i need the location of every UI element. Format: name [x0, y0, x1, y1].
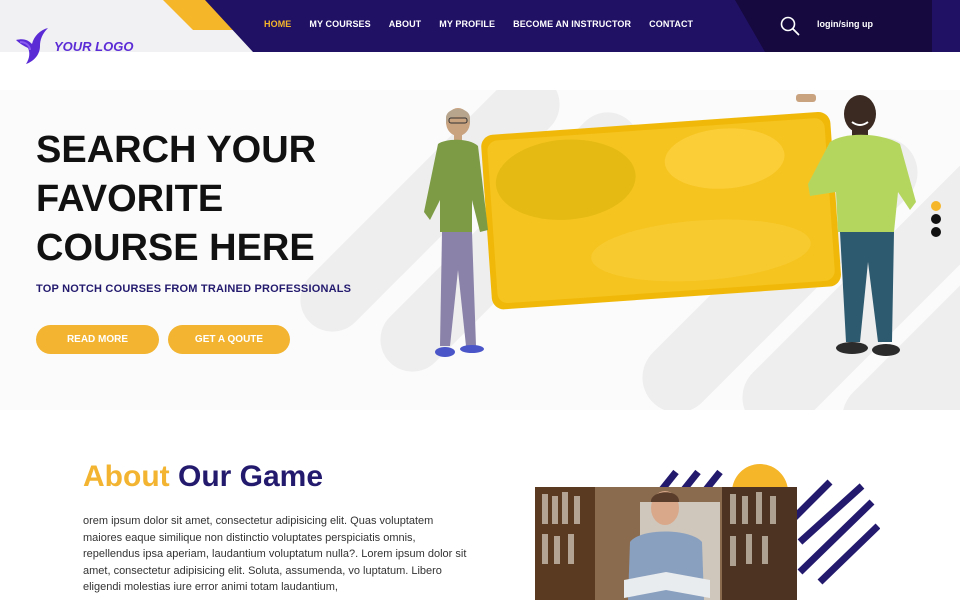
slider-dot-2[interactable] [931, 214, 941, 224]
hero-title: SEARCH YOUR FAVORITE COURSE HERE [36, 129, 317, 269]
nav-home[interactable]: HOME [264, 19, 291, 29]
nav-my-profile[interactable]: MY PROFILE [439, 19, 495, 29]
slider-dot-3[interactable] [931, 227, 941, 237]
nav-about[interactable]: ABOUT [389, 19, 422, 29]
page: YOUR LOGO HOME MY COURSES ABOUT MY PROFI… [0, 0, 960, 600]
slider-dots [931, 201, 941, 240]
hero-subtitle: TOP NOTCH COURSES FROM TRAINED PROFESSIO… [36, 283, 352, 295]
about-title-part2: Our Game [177, 460, 324, 493]
about-title: About Our Game [83, 460, 323, 494]
nav-my-courses[interactable]: MY COURSES [309, 19, 370, 29]
search-icon[interactable] [780, 16, 800, 36]
login-signup-link[interactable]: login/sing up [817, 19, 873, 29]
logo[interactable]: YOUR LOGO [14, 26, 133, 66]
slider-dot-1[interactable] [931, 201, 941, 211]
read-more-button[interactable]: READ MORE [36, 325, 159, 354]
logo-text: YOUR LOGO [54, 38, 134, 54]
about-body-text: orem ipsum dolor sit amet, consectetur a… [83, 515, 467, 593]
man-holding-board-image [796, 94, 916, 356]
woman-holding-board-image [424, 108, 488, 357]
navbar-edge [932, 0, 960, 52]
get-quote-button[interactable]: GET A QOUTE [168, 325, 290, 354]
nav-contact[interactable]: CONTACT [649, 19, 693, 29]
student-library-image [490, 462, 880, 600]
nav-become-instructor[interactable]: BECOME AN INSTRUCTOR [513, 19, 631, 29]
about-title-part1: About [83, 460, 170, 493]
main-nav: HOME MY COURSES ABOUT MY PROFILE BECOME … [264, 19, 711, 29]
bird-logo-icon [16, 28, 48, 64]
